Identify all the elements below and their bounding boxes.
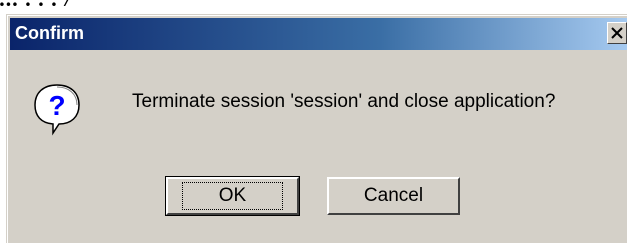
title-bar[interactable]: Confirm [10, 18, 627, 50]
confirm-dialog: Confirm ? Terminate session 'session' an… [6, 14, 627, 243]
dialog-title: Confirm [15, 23, 84, 43]
question-icon: ? [31, 81, 83, 137]
ok-button[interactable]: OK [165, 176, 300, 216]
close-icon [611, 27, 623, 39]
svg-text:?: ? [48, 90, 65, 121]
close-button[interactable] [607, 22, 627, 44]
confirm-message: Terminate session 'session' and close ap… [132, 91, 556, 112]
ok-button-label: OK [181, 182, 284, 210]
screen: ... . . . / Confirm ? Terminate session … [0, 0, 627, 243]
cancel-button-label: Cancel [363, 185, 424, 206]
background-partial-text: ... . . . / [0, 0, 72, 12]
cancel-button[interactable]: Cancel [327, 177, 460, 215]
